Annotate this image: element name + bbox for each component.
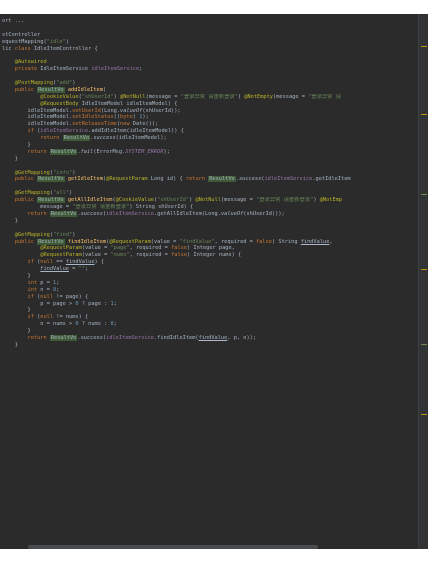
code-line[interactable]: p = page > 0 ? page : 1; xyxy=(2,301,414,308)
code-line[interactable] xyxy=(2,73,414,80)
code-line[interactable] xyxy=(2,225,414,232)
code-line[interactable] xyxy=(2,163,414,170)
code-line[interactable]: return ResultVo.fail(ErrorMsg.SYSTEM_ERR… xyxy=(2,148,414,156)
code-line[interactable]: int p = 1; xyxy=(2,280,414,287)
code-line[interactable]: @GetMapping("all") xyxy=(2,190,414,197)
usage-marker[interactable] xyxy=(421,194,427,195)
code-line[interactable]: if (null != page) { xyxy=(2,294,414,301)
code-line[interactable]: } xyxy=(2,328,414,335)
warning-marker[interactable] xyxy=(421,269,427,270)
code-line[interactable]: if (idleItemService.addIdleItem(idleItem… xyxy=(2,128,414,135)
code-line[interactable]: @GetMapping("find") xyxy=(2,232,414,239)
code-line[interactable]: equestMapping("idle") xyxy=(2,39,414,46)
error-stripe-gutter[interactable] xyxy=(418,14,428,549)
code-line[interactable]: stController xyxy=(2,32,414,39)
code-area[interactable]: ort ... stController equestMapping("idle")… xyxy=(2,18,414,349)
code-line[interactable]: findValue = ""; xyxy=(2,266,414,273)
code-line[interactable]: int n = 8; xyxy=(2,287,414,294)
code-line[interactable]: @RequestParam(value = "nums", required =… xyxy=(2,252,414,259)
code-line[interactable]: public ResultVo getAllIdleItem(@CookieVa… xyxy=(2,197,414,204)
usage-marker[interactable] xyxy=(421,344,427,345)
code-line[interactable] xyxy=(2,183,414,190)
warning-marker[interactable] xyxy=(421,114,427,115)
horizontal-scrollbar[interactable] xyxy=(28,545,318,549)
code-line[interactable]: } xyxy=(2,273,414,280)
warning-marker[interactable] xyxy=(421,414,427,415)
code-line[interactable]: } xyxy=(2,218,414,225)
code-line[interactable]: public ResultVo findIdleItem(@RequestPar… xyxy=(2,238,414,246)
code-line[interactable]: if (null == findValue) { xyxy=(2,259,414,266)
code-line[interactable] xyxy=(2,25,414,32)
code-line[interactable]: idleItemModel.setUserId(Long.valueOf(shU… xyxy=(2,108,414,115)
code-line[interactable]: idleItemModel.setIdleStatus((byte) 1); xyxy=(2,114,414,121)
code-line[interactable]: @Autowired xyxy=(2,59,414,66)
warning-marker[interactable] xyxy=(421,46,427,47)
code-line[interactable]: @CookieValue("shUserId") @NotNull(messag… xyxy=(2,94,414,101)
code-line[interactable]: @RequestBody IdleItemModel idleItemModel… xyxy=(2,101,414,108)
code-line[interactable]: n = nums > 0 ? nums : 8; xyxy=(2,321,414,328)
code-line[interactable]: @RequestParam(value = "page", required =… xyxy=(2,245,414,252)
code-line[interactable]: } xyxy=(2,156,414,163)
code-line[interactable]: message = "登录异常 请重新登录") String shUserId)… xyxy=(2,204,414,211)
code-line[interactable]: ort ... xyxy=(2,18,414,25)
code-line[interactable] xyxy=(2,52,414,59)
code-line[interactable]: public ResultVo addIdleItem( xyxy=(2,86,414,94)
code-line[interactable]: return ResultVo.success(idleItemService.… xyxy=(2,210,414,218)
code-line[interactable]: public ResultVo getIdleItem(@RequestPara… xyxy=(2,176,414,183)
code-line[interactable]: } xyxy=(2,342,414,349)
code-line[interactable]: private IdleItemService idleItemService; xyxy=(2,66,414,73)
code-line[interactable]: return ResultVo.success(idleItemService.… xyxy=(2,334,414,342)
code-line[interactable]: @GetMapping("info") xyxy=(2,170,414,177)
code-line[interactable]: @PostMapping("add") xyxy=(2,80,414,87)
code-line[interactable]: idleItemModel.setReleaseTime(new Date())… xyxy=(2,121,414,128)
code-line[interactable]: } xyxy=(2,142,414,149)
code-line[interactable]: if (null != nums) { xyxy=(2,314,414,321)
code-line[interactable]: } xyxy=(2,307,414,314)
code-line[interactable]: return ResultVo.success(idleItemModel); xyxy=(2,135,414,142)
code-line[interactable]: lic class IdleItemController { xyxy=(2,46,414,53)
code-editor[interactable]: ort ... stController equestMapping("idle")… xyxy=(0,14,428,549)
